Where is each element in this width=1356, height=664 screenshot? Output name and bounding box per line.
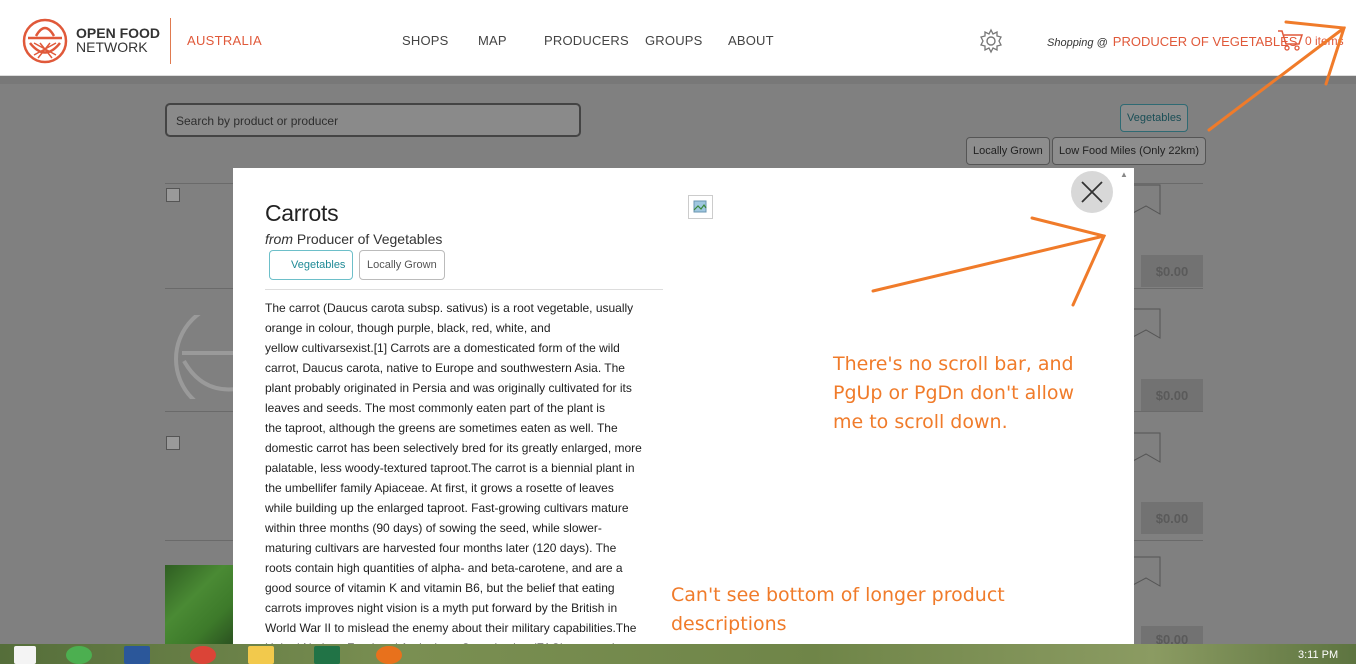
from-label: from — [265, 231, 293, 247]
product-price: $0.00 — [1141, 626, 1203, 647]
nav-groups[interactable]: GROUPS — [645, 33, 703, 48]
annotation-line: me to scroll down. — [833, 411, 1008, 433]
description-line: the umbellifer family Apiaceae. At first… — [265, 481, 614, 495]
annotation-line: There's no scroll bar, and — [833, 353, 1074, 375]
description-line: the taproot, although the greens are som… — [265, 421, 618, 435]
word-icon[interactable] — [124, 646, 150, 664]
product-description: The carrot (Daucus carota subsp. sativus… — [265, 298, 665, 644]
tag-icon — [1131, 556, 1161, 587]
producer-name[interactable]: Producer of Vegetables — [297, 231, 443, 247]
product-title: Carrots — [265, 200, 339, 226]
filter-locally-grown[interactable]: Locally Grown — [966, 137, 1050, 165]
nav-producers[interactable]: PRODUCERS — [544, 33, 629, 48]
modal-tag-label: Vegetables — [291, 259, 346, 271]
description-line: while building up the enlarged taproot. … — [265, 501, 629, 515]
tag-icon — [1131, 432, 1161, 463]
gear-icon[interactable] — [978, 28, 1004, 54]
taskbar-clock: 3:11 PM — [1298, 649, 1339, 661]
shopping-at: Shopping @ PRODUCER OF VEGETABLES — [1047, 34, 1297, 49]
broken-image-icon — [166, 188, 180, 202]
app-icon[interactable] — [66, 646, 92, 664]
annotation-line: descriptions — [671, 613, 787, 635]
shopping-label: Shopping @ — [1047, 37, 1108, 49]
logo-text[interactable]: OPEN FOOD NETWORK — [76, 26, 160, 54]
folder-icon[interactable] — [248, 646, 274, 664]
annotation-bottom-note: Can't see bottom of longer product descr… — [671, 581, 1005, 639]
description-line: roots contain high quantities of alpha- … — [265, 561, 623, 575]
description-line: yellow cultivarsexist.[1] Carrots are a … — [265, 341, 620, 355]
filter-low-food-miles[interactable]: Low Food Miles (Only 22km) — [1052, 137, 1206, 165]
tag-icon — [1131, 308, 1161, 339]
modal-tag-locally-grown[interactable]: Locally Grown — [359, 250, 445, 280]
basket-logo-icon[interactable] — [22, 18, 68, 64]
annotation-scroll-note: There's no scroll bar, and PgUp or PgDn … — [833, 350, 1074, 437]
site-header: OPEN FOOD NETWORK AUSTRALIA SHOPS MAP PR… — [0, 6, 1356, 76]
modal-tag-vegetables[interactable]: Vegetables — [269, 250, 354, 280]
header-shadow-stripe — [0, 76, 1356, 84]
filter-vegetables[interactable]: Vegetables — [1120, 104, 1189, 132]
country-link[interactable]: AUSTRALIA — [187, 33, 262, 48]
search-input[interactable]: Search by product or producer — [165, 103, 581, 137]
logo-line1: OPEN FOOD — [76, 25, 161, 41]
broken-image-icon — [166, 436, 180, 450]
description-line: carrots improves night vision is a myth … — [265, 601, 618, 615]
tag-icon — [1131, 184, 1161, 215]
annotation-line: PgUp or PgDn don't allow — [833, 382, 1075, 404]
description-line: carrot, Daucus carota, native to Europe … — [265, 361, 625, 375]
header-divider — [170, 18, 171, 64]
placeholder-basket-icon — [174, 315, 236, 399]
modal-divider — [265, 289, 663, 290]
description-line: domestic carrot has been selectively bre… — [265, 441, 642, 455]
nav-about[interactable]: ABOUT — [728, 33, 774, 48]
product-price: $0.00 — [1141, 379, 1203, 411]
description-line: The carrot (Daucus carota subsp. sativus… — [265, 301, 634, 315]
product-price: $0.00 — [1141, 255, 1203, 287]
search-placeholder: Search by product or producer — [176, 114, 339, 128]
description-line: maturing cultivars are harvested four mo… — [265, 541, 617, 555]
product-photo[interactable] — [165, 565, 235, 644]
description-line: good source of vitamin K and vitamin B6,… — [265, 581, 615, 595]
description-line: plant probably originated in Persia and … — [265, 381, 632, 395]
description-line: orange in colour, though purple, black, … — [265, 321, 551, 335]
shopping-producer-link[interactable]: PRODUCER OF VEGETABLES — [1113, 34, 1298, 49]
logo-line2: NETWORK — [76, 39, 148, 55]
excel-icon[interactable] — [314, 646, 340, 664]
start-icon[interactable] — [14, 646, 36, 664]
cart-icon[interactable] — [1277, 28, 1303, 52]
product-producer: from Producer of Vegetables — [265, 231, 442, 247]
description-line: leaves and seeds. The most commonly eate… — [265, 401, 605, 415]
chrome-icon[interactable] — [190, 646, 216, 664]
cart-count[interactable]: 0 items — [1305, 34, 1344, 48]
firefox-icon[interactable] — [376, 646, 402, 664]
product-price: $0.00 — [1141, 502, 1203, 534]
nav-map[interactable]: MAP — [478, 33, 507, 48]
annotation-line: Can't see bottom of longer product — [671, 584, 1005, 606]
description-line: within three months (90 days) of sowing … — [265, 521, 602, 535]
broken-image-icon — [688, 195, 713, 219]
close-icon[interactable] — [1071, 171, 1113, 213]
description-line: World War II to mislead the enemy about … — [265, 621, 637, 635]
scroll-up-arrow-icon[interactable]: ▲ — [1120, 170, 1128, 179]
nav-shops[interactable]: SHOPS — [402, 33, 449, 48]
description-line: palatable, less woody-textured taproot.T… — [265, 461, 635, 475]
